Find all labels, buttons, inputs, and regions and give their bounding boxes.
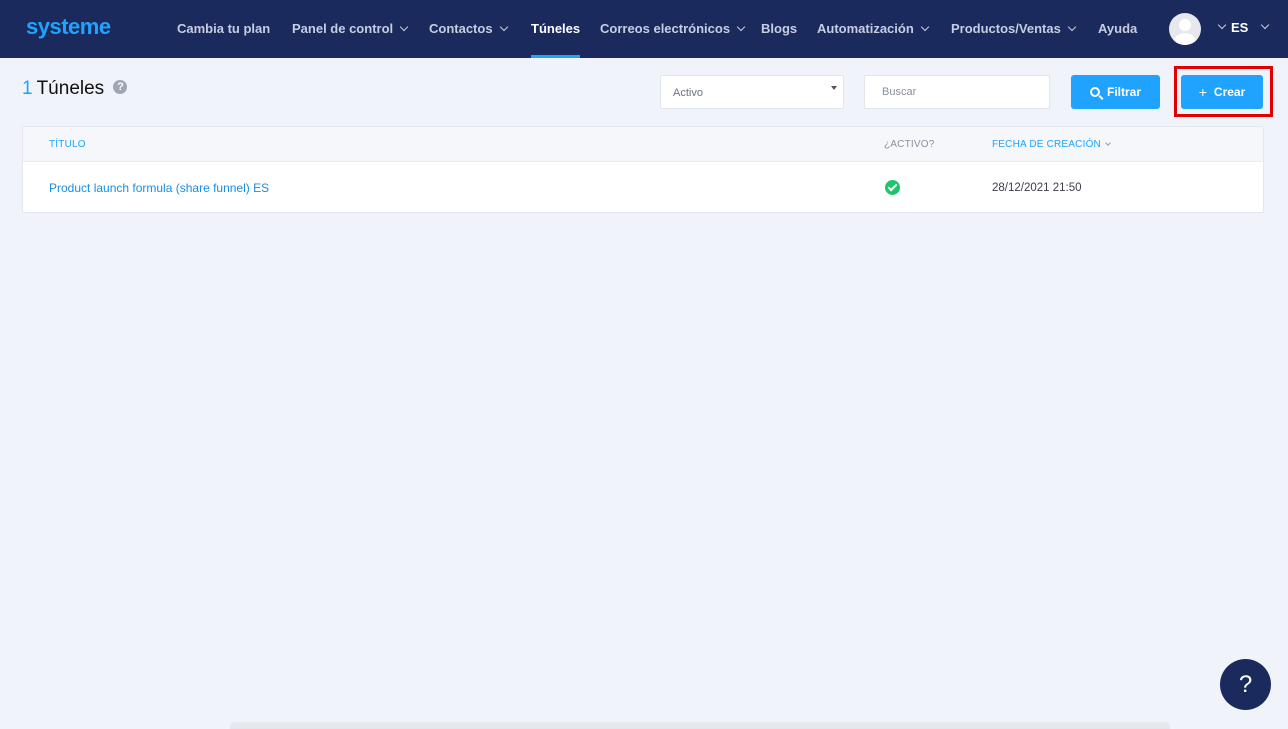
avatar-icon[interactable] xyxy=(1169,13,1201,45)
nav-item-label: Panel de control xyxy=(292,21,394,36)
funnels-table: TÍTULO ¿ACTIVO? FECHA DE CREACIÓN Produc… xyxy=(22,126,1264,213)
check-circle-icon xyxy=(885,180,900,195)
top-navbar: systeme Cambia tu plan Panel de control … xyxy=(0,0,1288,58)
page-title: 1 Túneles ? xyxy=(22,78,128,100)
nav-item-label: Correos electrónicos xyxy=(600,21,731,36)
language-selector[interactable]: ES xyxy=(1231,0,1248,58)
chevron-down-icon xyxy=(920,22,930,32)
filter-button[interactable]: Filtrar xyxy=(1071,75,1160,109)
column-header-created[interactable]: FECHA DE CREACIÓN xyxy=(992,127,1111,162)
nav-item-label: Cambia tu plan xyxy=(177,21,271,36)
table-row: Product launch formula (share funnel) ES… xyxy=(23,163,1263,213)
status-select-value: Activo xyxy=(673,87,703,99)
chevron-down-icon xyxy=(1067,22,1077,32)
column-header-title[interactable]: TÍTULO xyxy=(49,127,86,162)
chevron-down-icon xyxy=(1105,140,1111,146)
nav-item-emails[interactable]: Correos electrónicos xyxy=(600,0,746,58)
chevron-down-icon[interactable] xyxy=(1217,20,1227,30)
nav-item-funnels[interactable]: Túneles xyxy=(531,0,581,58)
search-icon xyxy=(1089,87,1100,97)
filter-button-label: Filtrar xyxy=(1106,85,1141,99)
nav-item-automation[interactable]: Automatización xyxy=(817,0,930,58)
nav-item-label: Contactos xyxy=(429,21,493,36)
nav-item-label: Ayuda xyxy=(1098,21,1138,36)
chevron-down-icon xyxy=(499,22,508,32)
chevron-down-icon xyxy=(399,22,409,32)
nav-item-label: Blogs xyxy=(761,21,798,36)
footer-edge xyxy=(230,722,1170,729)
chevron-down-icon[interactable] xyxy=(1260,20,1270,30)
nav-item-label: Automatización xyxy=(817,21,914,36)
nav-item-label: Productos/Ventas xyxy=(951,21,1061,36)
column-header-active: ¿ACTIVO? xyxy=(884,139,935,150)
page-title-text: Túneles xyxy=(36,78,105,99)
funnel-count: 1 xyxy=(22,78,33,99)
active-tab-indicator xyxy=(531,55,581,58)
nav-item-contacts[interactable]: Contactos xyxy=(429,0,508,58)
caret-down-icon xyxy=(831,86,837,90)
create-button[interactable]: + Crear xyxy=(1181,75,1263,109)
nav-item-dashboard[interactable]: Panel de control xyxy=(292,0,409,58)
chevron-down-icon xyxy=(736,22,746,32)
systeme-logo[interactable]: systeme xyxy=(26,14,111,40)
column-header-created-label: FECHA DE CREACIÓN xyxy=(992,139,1101,150)
nav-item-label: Túneles xyxy=(531,21,581,36)
funnel-title-link[interactable]: Product launch formula (share funnel) ES xyxy=(49,163,269,213)
nav-item-blogs[interactable]: Blogs xyxy=(761,0,797,58)
plus-icon: + xyxy=(1198,84,1207,100)
nav-item-help[interactable]: Ayuda xyxy=(1098,0,1137,58)
nav-item-plan[interactable]: Cambia tu plan xyxy=(177,0,270,58)
create-button-label: Crear xyxy=(1213,85,1246,99)
help-circle-icon[interactable]: ? xyxy=(113,79,128,94)
status-select[interactable]: Activo xyxy=(660,75,844,109)
search-input[interactable] xyxy=(864,75,1050,109)
created-date: 28/12/2021 21:50 xyxy=(992,182,1082,194)
nav-item-products[interactable]: Productos/Ventas xyxy=(951,0,1077,58)
table-header: TÍTULO ¿ACTIVO? FECHA DE CREACIÓN xyxy=(23,127,1263,162)
question-icon[interactable]: ? xyxy=(1220,659,1271,710)
